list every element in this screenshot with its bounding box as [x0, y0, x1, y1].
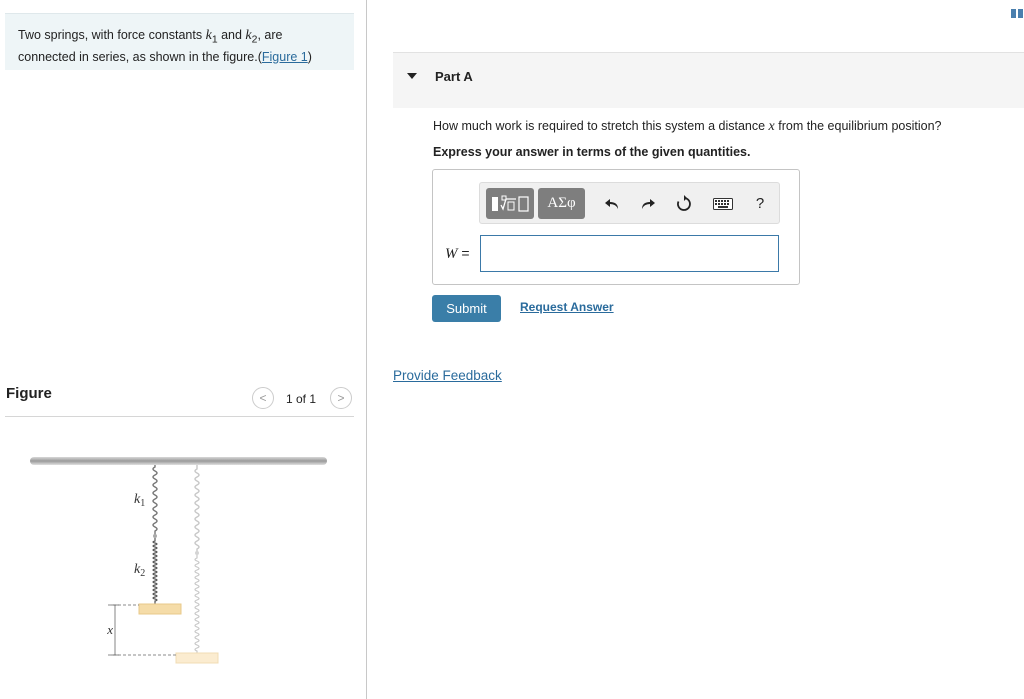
springs-figure: k1 k2 x: [30, 457, 327, 664]
mass-block-equilibrium: [138, 603, 182, 615]
spring-k1: [152, 465, 158, 535]
collapse-caret-icon[interactable]: [407, 73, 417, 79]
undo-icon[interactable]: [602, 194, 622, 214]
figure-header: Figure < 1 of 1 >: [5, 382, 354, 417]
spring-stretched-k1: [194, 465, 200, 552]
figure-link[interactable]: Figure 1: [262, 50, 308, 64]
answer-box: ΑΣφ ? W =: [432, 169, 800, 285]
answer-input[interactable]: [480, 235, 779, 272]
problem-panel: Two springs, with force constants k1 and…: [0, 0, 367, 699]
answer-equals: =: [457, 245, 470, 261]
part-label: Part A: [435, 69, 473, 84]
spring-joint-right: [195, 551, 199, 555]
label-k2: k2: [134, 562, 145, 579]
intro-text-close: ): [307, 49, 312, 64]
spring-stretched-k2: [194, 555, 200, 653]
math-toolbar: ΑΣφ ?: [479, 182, 780, 224]
reset-icon[interactable]: [674, 194, 694, 214]
previous-figure-button[interactable]: <: [252, 387, 274, 409]
spring-k2: [152, 538, 158, 604]
templates-button[interactable]: [486, 188, 534, 219]
label-x: x: [106, 622, 113, 637]
keyboard-icon[interactable]: [712, 194, 734, 214]
figure-title: Figure: [6, 385, 52, 402]
ceiling-bar: [30, 457, 327, 465]
answer-panel: Part A How much work is required to stre…: [368, 0, 1024, 699]
answer-instruction: Express your answer in terms of the give…: [433, 145, 751, 159]
mass-block-stretched: [175, 652, 219, 664]
help-button[interactable]: ?: [750, 193, 770, 213]
answer-variable: W: [445, 246, 458, 262]
redo-icon[interactable]: [638, 194, 658, 214]
templates-icon: [492, 195, 529, 212]
request-answer-link[interactable]: Request Answer: [520, 300, 614, 314]
intro-text-and: and: [217, 28, 246, 42]
resize-handle-icon[interactable]: [1011, 9, 1024, 18]
submit-button[interactable]: Submit: [432, 295, 501, 322]
question-after: from the equilibrium position?: [774, 119, 942, 133]
spring-joint-left: [153, 534, 157, 538]
next-figure-button[interactable]: >: [330, 387, 352, 409]
intro-text-before: Two springs, with force constants: [18, 28, 206, 42]
label-k1: k1: [134, 492, 145, 509]
greek-symbols-button[interactable]: ΑΣφ: [538, 188, 585, 219]
question-before: How much work is required to stretch thi…: [433, 119, 769, 133]
problem-intro: Two springs, with force constants k1 and…: [5, 13, 354, 70]
question-text: How much work is required to stretch thi…: [433, 119, 942, 135]
answer-variable-label: W =: [445, 245, 470, 263]
provide-feedback-link[interactable]: Provide Feedback: [393, 368, 502, 383]
part-a-header[interactable]: Part A: [393, 52, 1024, 108]
figure-count: 1 of 1: [286, 392, 317, 406]
